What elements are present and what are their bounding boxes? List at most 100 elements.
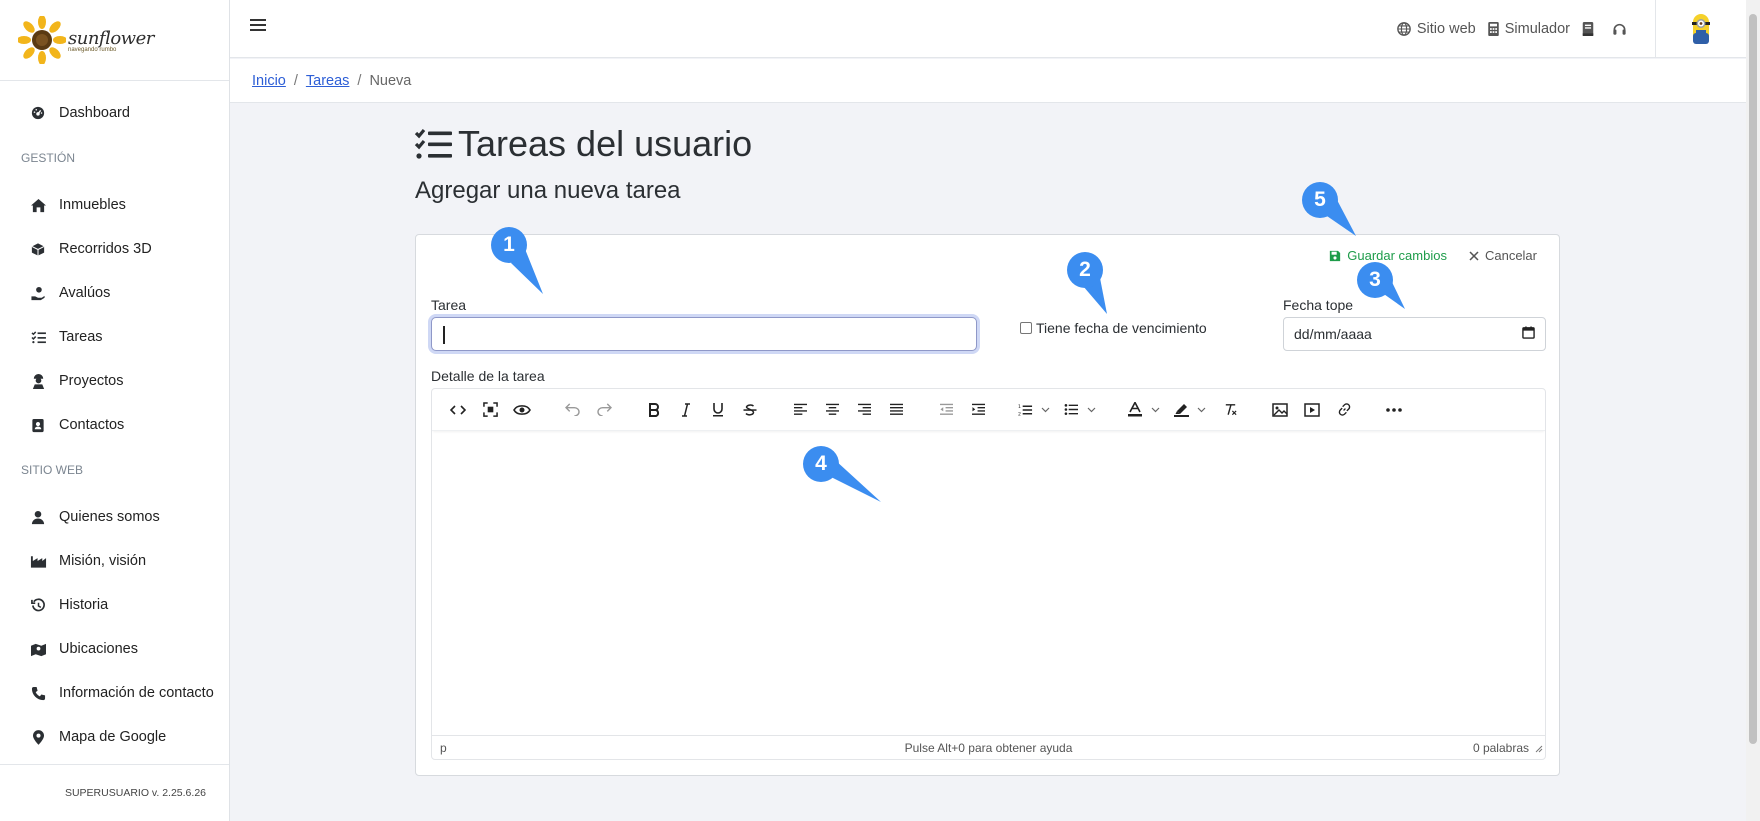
breadcrumb-inicio-link[interactable]: Inicio bbox=[252, 73, 286, 89]
bullet-list-button[interactable] bbox=[1058, 395, 1104, 425]
phone-icon bbox=[28, 686, 48, 701]
undo-button[interactable] bbox=[556, 395, 588, 425]
align-right-icon bbox=[857, 403, 871, 415]
user-icon bbox=[28, 510, 48, 525]
tarea-label: Tarea bbox=[431, 297, 467, 313]
calendar-icon[interactable] bbox=[1522, 326, 1535, 342]
detalle-label: Detalle de la tarea bbox=[431, 368, 545, 384]
italic-button[interactable] bbox=[670, 395, 702, 425]
page-subtitle: Agregar una nueva tarea bbox=[415, 177, 681, 204]
align-justify-button[interactable] bbox=[880, 395, 912, 425]
numbered-list-button[interactable]: 12 bbox=[1012, 395, 1058, 425]
simulador-label: Simulador bbox=[1504, 21, 1570, 37]
save-button[interactable]: Guardar cambios bbox=[1329, 248, 1447, 263]
sunflower-logo-icon bbox=[18, 16, 66, 64]
outdent-icon bbox=[939, 403, 953, 415]
callout-marker-1: 1 bbox=[491, 227, 549, 297]
strikethrough-button[interactable] bbox=[734, 395, 766, 425]
outdent-button[interactable] bbox=[930, 395, 962, 425]
sitio-web-label: Sitio web bbox=[1416, 21, 1476, 37]
svg-text:2: 2 bbox=[1018, 411, 1021, 416]
italic-icon bbox=[682, 402, 690, 417]
help-hint: Pulse Alt+0 para obtener ayuda bbox=[904, 740, 1073, 755]
support-button[interactable] bbox=[1612, 22, 1633, 36]
callout-number: 3 bbox=[1357, 262, 1393, 298]
source-code-button[interactable] bbox=[442, 395, 474, 425]
clear-formatting-button[interactable] bbox=[1214, 395, 1246, 425]
align-justify-icon bbox=[889, 403, 903, 415]
fecha-tope-input[interactable]: dd/mm/aaaa bbox=[1283, 317, 1546, 351]
insert-link-button[interactable] bbox=[1328, 395, 1360, 425]
breadcrumb-tareas-link[interactable]: Tareas bbox=[306, 73, 350, 89]
redo-icon bbox=[596, 403, 612, 416]
callout-marker-5: 5 bbox=[1302, 182, 1362, 238]
page-scrollbar[interactable] bbox=[1746, 0, 1760, 821]
manual-button[interactable] bbox=[1582, 22, 1600, 36]
dashboard-icon bbox=[28, 106, 48, 120]
tarea-input[interactable] bbox=[431, 317, 977, 351]
save-button-label: Guardar cambios bbox=[1347, 248, 1447, 263]
sidebar-item-label: Dashboard bbox=[59, 105, 130, 121]
align-left-button[interactable] bbox=[784, 395, 816, 425]
editor-content-area[interactable] bbox=[432, 433, 1545, 735]
address-book-icon bbox=[28, 418, 48, 433]
sidebar-item-label: Información de contacto bbox=[59, 685, 214, 701]
insert-image-button[interactable] bbox=[1264, 395, 1296, 425]
resize-handle-icon[interactable] bbox=[1535, 742, 1543, 756]
close-icon bbox=[1469, 250, 1479, 261]
strikethrough-icon bbox=[743, 403, 757, 416]
tasks-icon bbox=[28, 330, 48, 344]
align-right-button[interactable] bbox=[848, 395, 880, 425]
breadcrumb-separator: / bbox=[357, 72, 362, 89]
callout-number: 5 bbox=[1302, 182, 1338, 218]
code-icon bbox=[450, 404, 466, 415]
sidebar-item-proyectos[interactable]: Proyectos bbox=[0, 359, 229, 403]
brand-logo[interactable]: sunflower navegando rumbo bbox=[18, 16, 154, 64]
sidebar-item-inmuebles[interactable]: Inmuebles bbox=[0, 183, 229, 227]
sidebar-item-historia[interactable]: Historia bbox=[0, 583, 229, 627]
sidebar-item-label: Misión, visión bbox=[59, 553, 147, 569]
sidebar-section-sitio-web: SITIO WEB bbox=[21, 463, 84, 477]
has-due-date-checkbox[interactable] bbox=[1020, 322, 1032, 334]
sidebar-item-mision-vision[interactable]: Misión, visión bbox=[0, 539, 229, 583]
highlight-color-button[interactable] bbox=[1168, 395, 1214, 425]
more-options-button[interactable] bbox=[1378, 395, 1410, 425]
industry-icon bbox=[28, 554, 48, 568]
element-path[interactable]: p bbox=[440, 741, 640, 755]
indent-icon bbox=[971, 403, 985, 415]
worker-icon bbox=[28, 373, 48, 389]
sidebar-item-tareas[interactable]: Tareas bbox=[0, 315, 229, 359]
underline-button[interactable] bbox=[702, 395, 734, 425]
sidebar-item-contactos[interactable]: Contactos bbox=[0, 403, 229, 447]
sidebar-item-avaluos[interactable]: Avalúos bbox=[0, 271, 229, 315]
cancel-button[interactable]: Cancelar bbox=[1469, 248, 1537, 263]
sidebar: sunflower navegando rumbo Dashboard GEST… bbox=[0, 0, 230, 821]
sidebar-item-label: Inmuebles bbox=[59, 197, 126, 213]
callout-marker-4: 4 bbox=[803, 446, 885, 506]
insert-media-button[interactable] bbox=[1296, 395, 1328, 425]
sidebar-item-mapa-google[interactable]: Mapa de Google bbox=[0, 715, 229, 759]
fullscreen-button[interactable] bbox=[474, 395, 506, 425]
history-icon bbox=[28, 597, 48, 613]
sidebar-item-quienes-somos[interactable]: Quienes somos bbox=[0, 495, 229, 539]
sitio-web-link[interactable]: Sitio web bbox=[1397, 21, 1476, 37]
bold-button[interactable] bbox=[638, 395, 670, 425]
sidebar-item-ubicaciones[interactable]: Ubicaciones bbox=[0, 627, 229, 671]
headset-icon bbox=[1612, 22, 1627, 36]
sidebar-item-recorridos[interactable]: Recorridos 3D bbox=[0, 227, 229, 271]
indent-button[interactable] bbox=[962, 395, 994, 425]
scrollbar-thumb[interactable] bbox=[1749, 14, 1757, 744]
word-count[interactable]: 0 palabras bbox=[1337, 741, 1537, 755]
sidebar-item-dashboard[interactable]: Dashboard bbox=[0, 91, 229, 135]
book-icon bbox=[1582, 22, 1594, 36]
text-color-button[interactable] bbox=[1122, 395, 1168, 425]
underline-icon bbox=[713, 403, 723, 417]
align-center-button[interactable] bbox=[816, 395, 848, 425]
simulador-link[interactable]: Simulador bbox=[1487, 21, 1570, 37]
preview-button[interactable] bbox=[506, 395, 538, 425]
has-due-date-toggle[interactable]: Tiene fecha de vencimiento bbox=[1020, 320, 1207, 336]
redo-button[interactable] bbox=[588, 395, 620, 425]
menu-toggle-button[interactable] bbox=[250, 18, 266, 37]
sidebar-item-informacion-contacto[interactable]: Información de contacto bbox=[0, 671, 229, 715]
user-avatar[interactable] bbox=[1656, 13, 1746, 45]
